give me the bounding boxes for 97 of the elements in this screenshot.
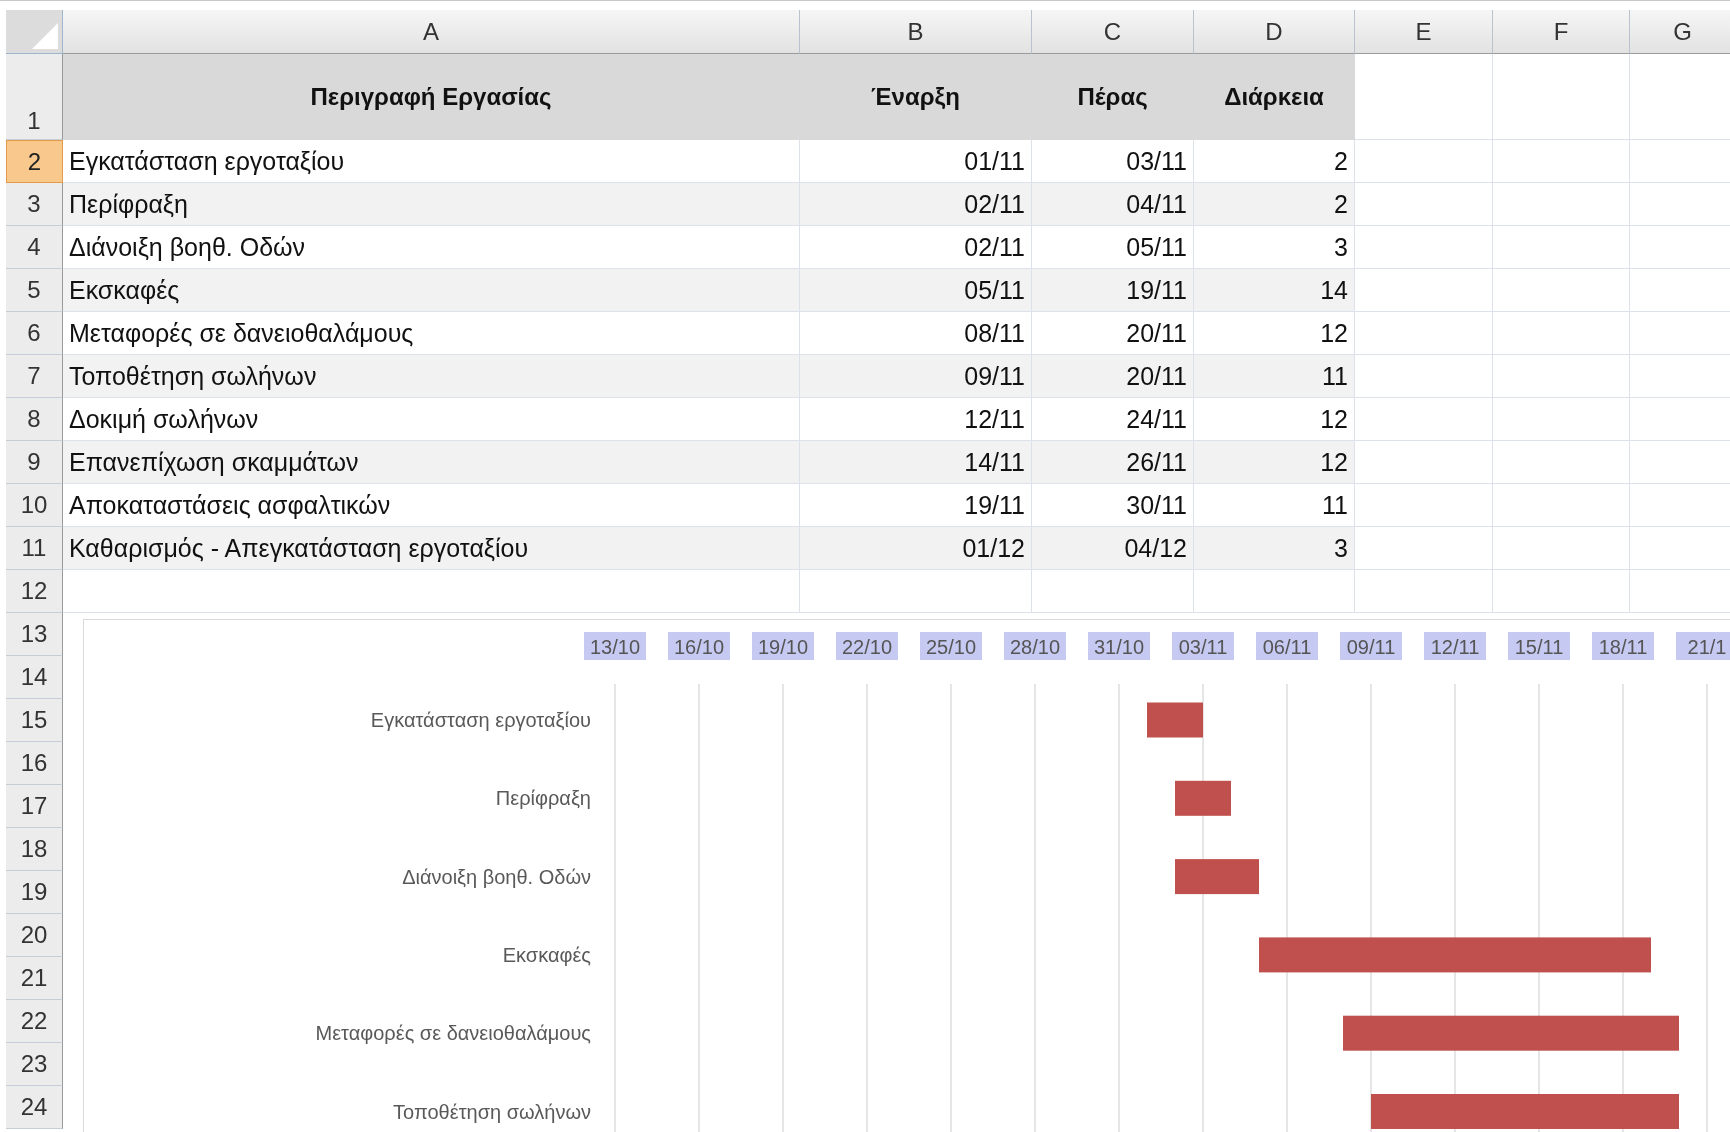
axis-label: 13/10 <box>584 632 646 660</box>
column-heading: Περιγραφή Εργασίας <box>63 54 800 140</box>
row-header[interactable]: 10 <box>6 484 63 527</box>
row-header[interactable]: 2 <box>6 140 63 183</box>
table-cell: 2 <box>1194 183 1355 226</box>
table-cell: 14 <box>1194 269 1355 312</box>
axis-label: 18/11 <box>1592 632 1654 660</box>
table-cell: 09/11 <box>800 355 1032 398</box>
table-cell: 02/11 <box>800 226 1032 269</box>
axis-label: 12/11 <box>1424 632 1486 660</box>
table-cell: 12 <box>1194 441 1355 484</box>
table-cell: Διάνοιξη βοηθ. Οδών <box>63 226 800 269</box>
table-cell: 12/11 <box>800 398 1032 441</box>
column-header[interactable]: G <box>1630 10 1730 54</box>
table-cell: 12 <box>1194 398 1355 441</box>
row-header[interactable]: 15 <box>6 699 63 742</box>
row-header[interactable]: 9 <box>6 441 63 484</box>
triangle-icon <box>32 23 58 49</box>
axis-label: 21/1 <box>1676 632 1730 660</box>
table-cell: 03/11 <box>1032 140 1194 183</box>
row-header[interactable]: 6 <box>6 312 63 355</box>
table-cell: Τοποθέτηση σωλήνων <box>63 355 800 398</box>
row-header[interactable]: 5 <box>6 269 63 312</box>
axis-label: 19/10 <box>752 632 814 660</box>
column-header[interactable]: F <box>1493 10 1630 54</box>
category-label: Εγκατάσταση εργοταξίου <box>370 709 591 731</box>
column-heading: Πέρας <box>1032 54 1194 140</box>
category-label: Διάνοιξη βοηθ. Οδών <box>402 865 591 888</box>
table-cell: 11 <box>1194 484 1355 527</box>
row-header[interactable]: 19 <box>6 871 63 914</box>
category-label: Μεταφορές σε δανειοθαλάμους <box>315 1022 591 1045</box>
row-header[interactable]: 22 <box>6 1000 63 1043</box>
table-cell: 14/11 <box>800 441 1032 484</box>
row-header[interactable]: 18 <box>6 828 63 871</box>
table-cell: 2 <box>1194 140 1355 183</box>
category-label: Περίφραξη <box>495 787 591 810</box>
table-cell: 11 <box>1194 355 1355 398</box>
table-cell: 05/11 <box>1032 226 1194 269</box>
column-header[interactable]: C <box>1032 10 1194 54</box>
row-header[interactable]: 17 <box>6 785 63 828</box>
table-cell: Εκσκαφές <box>63 269 800 312</box>
column-header[interactable]: A <box>63 10 800 54</box>
row-header[interactable]: 23 <box>6 1043 63 1086</box>
table-cell: Επανεπίχωση σκαμμάτων <box>63 441 800 484</box>
row-header[interactable]: 7 <box>6 355 63 398</box>
axis-label: 03/11 <box>1172 632 1234 660</box>
table-cell: 02/11 <box>800 183 1032 226</box>
table-cell: 20/11 <box>1032 312 1194 355</box>
axis-label: 06/11 <box>1256 632 1318 660</box>
table-cell: 05/11 <box>800 269 1032 312</box>
row-header[interactable]: 16 <box>6 742 63 785</box>
table-cell: 3 <box>1194 226 1355 269</box>
table-cell: 04/12 <box>1032 527 1194 570</box>
table-cell: Αποκαταστάσεις ασφαλτικών <box>63 484 800 527</box>
axis-label: 15/11 <box>1508 632 1570 660</box>
select-all-button[interactable] <box>6 10 63 54</box>
row-header[interactable]: 11 <box>6 527 63 570</box>
table-cell: 20/11 <box>1032 355 1194 398</box>
axis-label: 16/10 <box>668 632 730 660</box>
category-label: Εκσκαφές <box>502 943 591 966</box>
axis-label: 31/10 <box>1088 632 1150 660</box>
row-header[interactable]: 4 <box>6 226 63 269</box>
row-header[interactable]: 14 <box>6 656 63 699</box>
row-header[interactable]: 8 <box>6 398 63 441</box>
row-header[interactable]: 21 <box>6 957 63 1000</box>
row-header[interactable]: 1 <box>6 54 63 140</box>
table-cell: 12 <box>1194 312 1355 355</box>
table-cell: Δοκιμή σωλήνων <box>63 398 800 441</box>
column-header[interactable]: D <box>1194 10 1355 54</box>
table-cell: Καθαρισμός - Απεγκατάσταση εργοταξίου <box>63 527 800 570</box>
table-cell: 26/11 <box>1032 441 1194 484</box>
axis-label: 28/10 <box>1004 632 1066 660</box>
table-cell: 19/11 <box>800 484 1032 527</box>
table-cell: Μεταφορές σε δανειοθαλάμους <box>63 312 800 355</box>
category-label: Τοποθέτηση σωλήνων <box>393 1100 591 1123</box>
column-heading: Έναρξη <box>800 54 1032 140</box>
axis-label: 09/11 <box>1340 632 1402 660</box>
table-cell: 3 <box>1194 527 1355 570</box>
row-header[interactable]: 20 <box>6 914 63 957</box>
axis-label: 22/10 <box>836 632 898 660</box>
table-cell: 24/11 <box>1032 398 1194 441</box>
table-cell: 04/11 <box>1032 183 1194 226</box>
table-cell: 01/11 <box>800 140 1032 183</box>
table-cell: 08/11 <box>800 312 1032 355</box>
table-cell: Περίφραξη <box>63 183 800 226</box>
column-header[interactable]: B <box>800 10 1032 54</box>
axis-label: 25/10 <box>920 632 982 660</box>
row-header[interactable]: 3 <box>6 183 63 226</box>
row-header[interactable]: 12 <box>6 570 63 613</box>
column-heading: Διάρκεια <box>1194 54 1355 140</box>
table-cell: 30/11 <box>1032 484 1194 527</box>
table-cell: 01/12 <box>800 527 1032 570</box>
table-cell: 19/11 <box>1032 269 1194 312</box>
row-header[interactable]: 13 <box>6 613 63 656</box>
table-cell: Εγκατάσταση εργοταξίου <box>63 140 800 183</box>
row-header[interactable]: 24 <box>6 1086 63 1129</box>
column-header[interactable]: E <box>1355 10 1493 54</box>
